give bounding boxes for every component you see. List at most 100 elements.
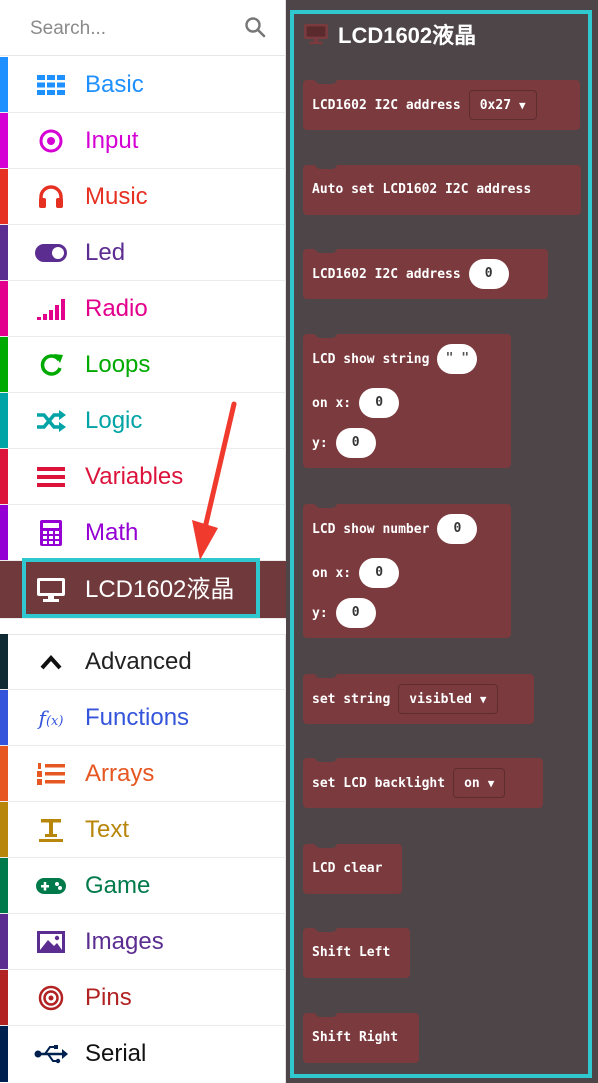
category-color-bar xyxy=(0,970,8,1025)
category-advanced[interactable]: Advanced xyxy=(0,634,286,690)
category-basic[interactable]: Basic xyxy=(0,57,286,113)
param-label: y: xyxy=(312,605,328,621)
category-color-bar xyxy=(0,634,8,689)
category-label: Game xyxy=(85,872,151,899)
category-color-bar xyxy=(0,225,8,280)
monitor-icon xyxy=(34,576,68,604)
function-icon: f(x) xyxy=(38,706,64,730)
y-input[interactable]: 0 xyxy=(335,598,376,628)
category-label: Advanced xyxy=(85,648,192,675)
category-images[interactable]: Images xyxy=(0,914,286,970)
toolbox-sidebar: Basic Input Music xyxy=(0,0,286,1083)
address-dropdown[interactable]: 0x27 ▼ xyxy=(468,90,537,120)
category-music[interactable]: Music xyxy=(0,169,286,225)
block-text: Shift Right xyxy=(312,1030,399,1045)
category-label: Led xyxy=(85,239,126,266)
param-label: on x: xyxy=(312,565,352,581)
category-variables[interactable]: Variables xyxy=(0,449,286,505)
category-label: Radio xyxy=(85,295,148,322)
search-input[interactable] xyxy=(28,14,232,44)
category-color-bar xyxy=(0,858,8,913)
gamepad-icon xyxy=(34,872,68,900)
text-icon xyxy=(34,816,68,844)
caret-down-icon: ▼ xyxy=(487,776,495,790)
category-color-bar xyxy=(0,690,8,745)
category-functions[interactable]: f(x) Functions xyxy=(0,690,286,746)
image-icon xyxy=(34,928,68,956)
category-color-bar xyxy=(0,505,8,560)
block-text: LCD1602 I2C address xyxy=(312,97,461,113)
dropdown-value: visibled xyxy=(409,691,472,707)
block-lcd-show-string[interactable]: LCD show string " " on x: 0 y: 0 xyxy=(303,333,511,468)
category-led[interactable]: Led xyxy=(0,225,286,281)
category-label: LCD1602液晶 xyxy=(85,576,235,603)
block-shift-right[interactable]: Shift Right xyxy=(303,1012,419,1063)
target-icon xyxy=(34,127,68,155)
category-text[interactable]: Text xyxy=(0,802,286,858)
block-lcd-i2c-address-dropdown[interactable]: LCD1602 I2C address 0x27 ▼ xyxy=(303,79,580,130)
x-input[interactable]: 0 xyxy=(359,558,400,588)
category-label: Logic xyxy=(85,407,143,434)
category-input[interactable]: Input xyxy=(0,113,286,169)
category-serial[interactable]: Serial xyxy=(0,1026,286,1082)
block-shift-left[interactable]: Shift Left xyxy=(303,927,410,978)
dropdown-value: on xyxy=(464,775,480,791)
block-lcd-clear[interactable]: LCD clear xyxy=(303,843,402,894)
param-label: y: xyxy=(312,435,328,451)
block-text: LCD1602 I2C address xyxy=(312,266,461,282)
block-text: set LCD backlight xyxy=(312,775,446,791)
block-text: set string xyxy=(312,691,391,707)
category-loops[interactable]: Loops xyxy=(0,337,286,393)
x-input[interactable]: 0 xyxy=(359,388,400,418)
block-lcd-show-number[interactable]: LCD show number 0 on x: 0 y: 0 xyxy=(303,503,511,638)
block-text: LCD show string xyxy=(312,351,430,367)
block-set-backlight[interactable]: set LCD backlight on ▼ xyxy=(303,757,543,808)
monitor-icon xyxy=(304,23,328,45)
flyout-heading: LCD1602液晶 xyxy=(302,14,476,54)
block-text: LCD show number xyxy=(312,521,430,537)
category-color-bar xyxy=(0,57,8,112)
pins-icon xyxy=(34,984,68,1012)
category-color-bar xyxy=(0,1026,8,1082)
category-color-bar xyxy=(0,169,8,224)
block-lcd-i2c-address-number[interactable]: LCD1602 I2C address 0 xyxy=(303,248,548,299)
search-icon[interactable] xyxy=(244,16,266,38)
block-text: Auto set LCD1602 I2C address xyxy=(312,182,532,197)
category-label: Pins xyxy=(85,984,132,1011)
ordered-list-icon xyxy=(34,760,68,788)
category-lcd1602[interactable]: LCD1602液晶 xyxy=(0,561,286,619)
usb-icon xyxy=(34,1040,68,1068)
category-label: Serial xyxy=(85,1040,147,1067)
category-game[interactable]: Game xyxy=(0,858,286,914)
string-input[interactable]: " " xyxy=(437,344,478,374)
category-color-bar xyxy=(0,746,8,801)
backlight-dropdown[interactable]: on ▼ xyxy=(453,768,506,798)
category-color-bar xyxy=(0,113,8,168)
category-color-bar xyxy=(0,337,8,392)
block-set-string[interactable]: set string visibled ▼ xyxy=(303,673,534,724)
block-auto-set-address[interactable]: Auto set LCD1602 I2C address xyxy=(303,164,581,215)
y-input[interactable]: 0 xyxy=(335,428,376,458)
category-label: Variables xyxy=(85,463,184,490)
flyout-title: LCD1602液晶 xyxy=(338,23,477,48)
number-input[interactable]: 0 xyxy=(468,259,509,289)
category-math[interactable]: Math xyxy=(0,505,286,561)
chevron-up-icon xyxy=(34,648,68,676)
block-text: Shift Left xyxy=(312,945,391,960)
block-text: LCD clear xyxy=(312,861,383,876)
category-label: Text xyxy=(85,816,130,843)
visibility-dropdown[interactable]: visibled ▼ xyxy=(398,684,498,714)
category-pins[interactable]: Pins xyxy=(0,970,286,1026)
category-label: Math xyxy=(85,519,139,546)
number-input[interactable]: 0 xyxy=(437,514,478,544)
category-color-bar xyxy=(0,281,8,336)
lines-icon xyxy=(34,463,68,491)
category-label: Functions xyxy=(85,704,190,731)
category-arrays[interactable]: Arrays xyxy=(0,746,286,802)
toggle-icon xyxy=(34,239,68,267)
category-logic[interactable]: Logic xyxy=(0,393,286,449)
category-radio[interactable]: Radio xyxy=(0,281,286,337)
category-color-bar xyxy=(0,914,8,969)
caret-down-icon: ▼ xyxy=(479,692,487,706)
shuffle-icon xyxy=(34,407,68,435)
